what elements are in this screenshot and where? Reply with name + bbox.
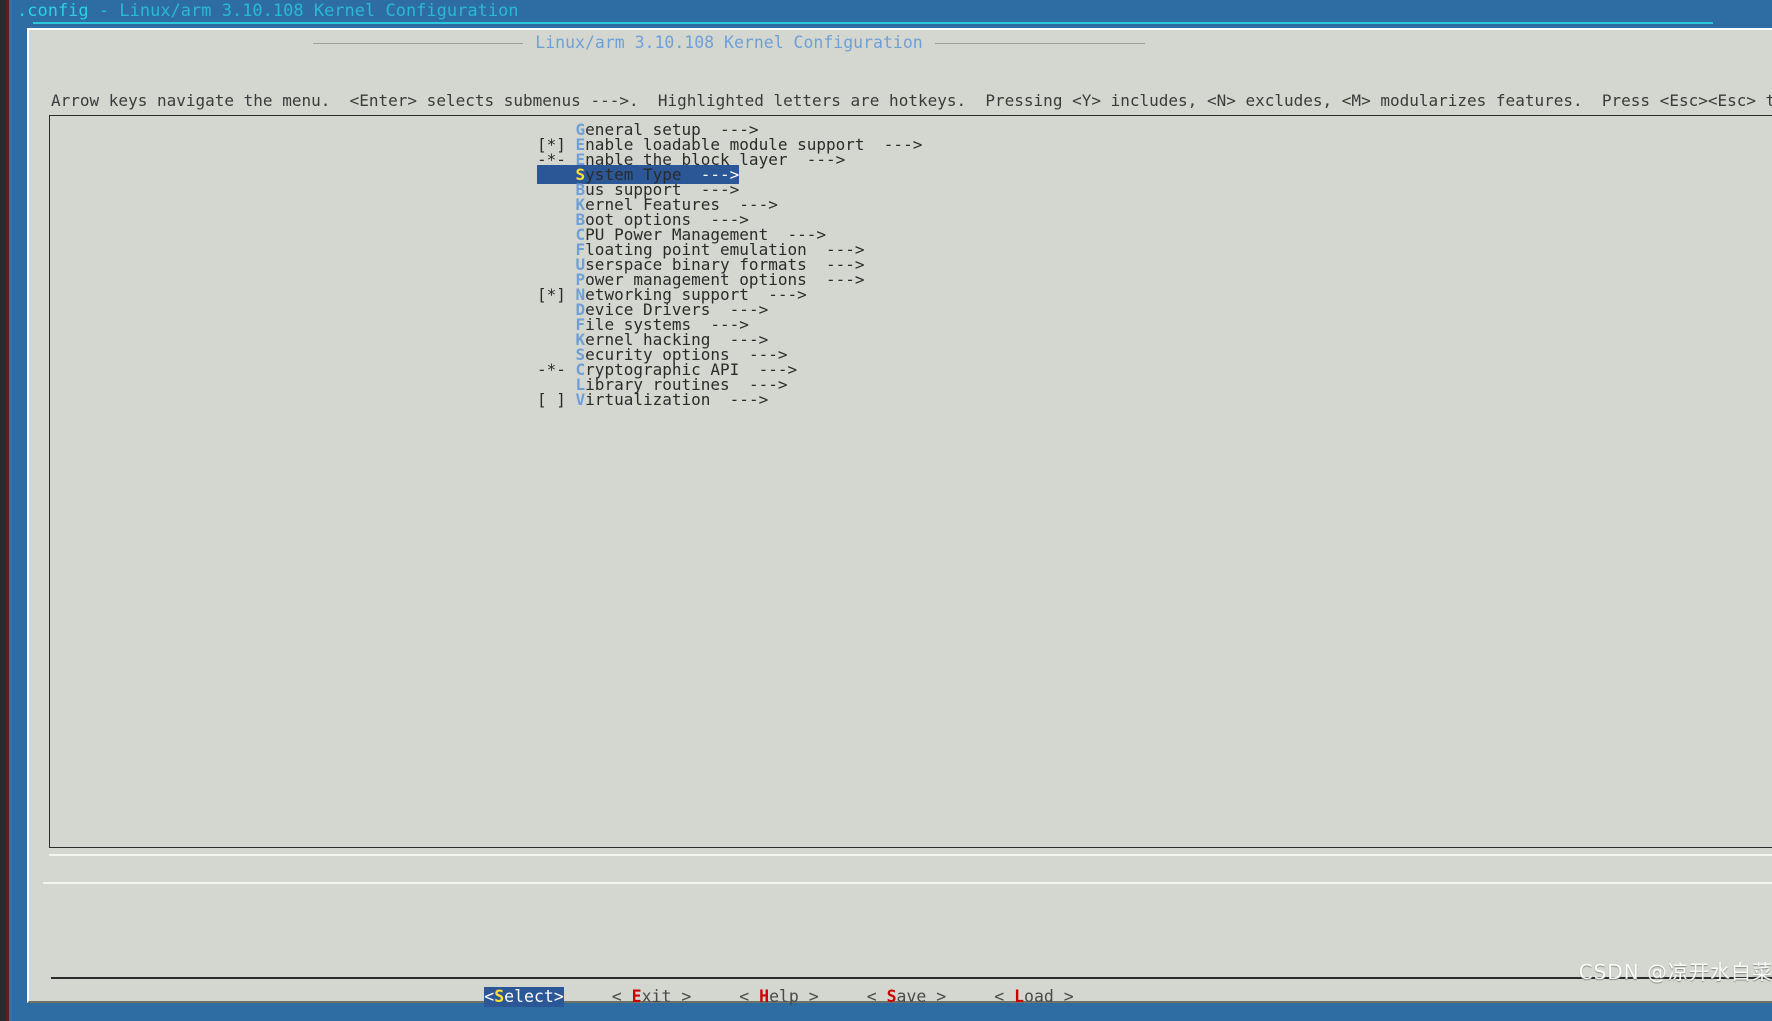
terminal-title: .config - Linux/arm 3.10.108 Kernel Conf… xyxy=(17,0,519,22)
menu-item[interactable]: CPU Power Management ---> xyxy=(50,227,1772,243)
menu-item[interactable]: Floating point emulation ---> xyxy=(50,242,1772,258)
button-row: <Select> < Exit > < Help > < Save > < Load > xyxy=(29,987,1529,1007)
save-button[interactable]: < Save > xyxy=(867,987,946,1007)
menu-item[interactable]: [*] Networking support ---> xyxy=(50,287,1772,303)
divider-1 xyxy=(49,854,1772,856)
button-label: xit > xyxy=(641,987,692,1006)
menu-item-hotkey: V xyxy=(575,390,586,409)
dialog-title-rule-left xyxy=(313,43,524,44)
menu-item[interactable]: Library routines ---> xyxy=(50,377,1772,393)
button-hotkey: S xyxy=(886,987,897,1006)
menu-item[interactable]: System Type ---> xyxy=(50,165,1772,184)
button-hotkey: H xyxy=(759,987,770,1006)
menuconfig-dialog: Linux/arm 3.10.108 Kernel Configuration … xyxy=(27,28,1772,1007)
menu-list: General setup ---> [*] Enable loadable mo… xyxy=(50,122,1772,409)
button-prefix: < xyxy=(994,987,1015,1006)
menu-item[interactable]: Kernel hacking ---> xyxy=(50,332,1772,348)
terminal-title-main: Linux/arm 3.10.108 Kernel Configuration xyxy=(119,1,519,21)
menu-item[interactable]: Boot options ---> xyxy=(50,212,1772,228)
menu-item-mark: [ ] xyxy=(537,390,576,409)
button-hotkey: E xyxy=(631,987,642,1006)
menu-item[interactable]: File systems ---> xyxy=(50,317,1772,333)
terminal-title-config: .config xyxy=(17,1,89,21)
button-prefix: < xyxy=(611,987,632,1006)
button-prefix: < xyxy=(484,987,495,1006)
help-text-line-1: Arrow keys navigate the menu. <Enter> se… xyxy=(51,91,1772,110)
load-button[interactable]: < Load > xyxy=(994,987,1073,1007)
select-button[interactable]: <Select> xyxy=(484,987,564,1007)
button-prefix: < xyxy=(866,987,887,1006)
help-button[interactable]: < Help > xyxy=(739,987,818,1007)
menu-item-arrow: ---> xyxy=(806,270,865,289)
divider-2 xyxy=(43,882,1772,884)
button-label: oad > xyxy=(1024,987,1074,1006)
menu-item-arrow: ---> xyxy=(864,135,923,154)
terminal-title-underline xyxy=(33,22,1713,24)
menu-item[interactable]: [*] Enable loadable module support ---> xyxy=(50,135,1772,154)
button-label: ave > xyxy=(896,987,947,1006)
menu-item-label: irtualization xyxy=(585,390,711,409)
button-prefix: < xyxy=(739,987,760,1006)
menu-item[interactable]: -*- Cryptographic API ---> xyxy=(50,362,1772,378)
menu-box[interactable]: General setup ---> [*] Enable loadable mo… xyxy=(49,115,1772,848)
button-hotkey: L xyxy=(1014,987,1025,1006)
terminal-window: .config - Linux/arm 3.10.108 Kernel Conf… xyxy=(6,0,1772,1021)
menu-item[interactable]: [ ] Virtualization ---> xyxy=(50,390,1772,409)
button-label: elp > xyxy=(769,987,819,1006)
menu-item[interactable]: -*- Enable the block layer ---> xyxy=(50,150,1772,169)
menu-item[interactable]: Power management options ---> xyxy=(50,270,1772,289)
menu-item[interactable]: Device Drivers ---> xyxy=(50,302,1772,318)
dialog-title-rule-right xyxy=(934,43,1145,44)
menu-item[interactable]: Userspace binary formats ---> xyxy=(50,257,1772,273)
menu-item[interactable]: Security options ---> xyxy=(50,347,1772,363)
terminal-title-separator: - xyxy=(88,1,120,21)
divider-3 xyxy=(51,977,1772,979)
csdn-watermark: CSDN @凉开水白菜 xyxy=(1578,960,1772,984)
button-hotkey: S xyxy=(494,987,505,1006)
menu-item[interactable]: Bus support ---> xyxy=(50,182,1772,198)
menu-item[interactable]: Kernel Features ---> xyxy=(50,197,1772,213)
button-label: elect> xyxy=(504,987,564,1006)
exit-button[interactable]: < Exit > xyxy=(612,987,691,1007)
menu-item-arrow: ---> xyxy=(787,150,846,169)
menu-item-arrow: ---> xyxy=(710,390,769,409)
screen-root: ▣ ▾ ▬ ▬ ▭ ▭ ✕ .config - Linux/arm 3.10.1… xyxy=(0,0,1772,1021)
